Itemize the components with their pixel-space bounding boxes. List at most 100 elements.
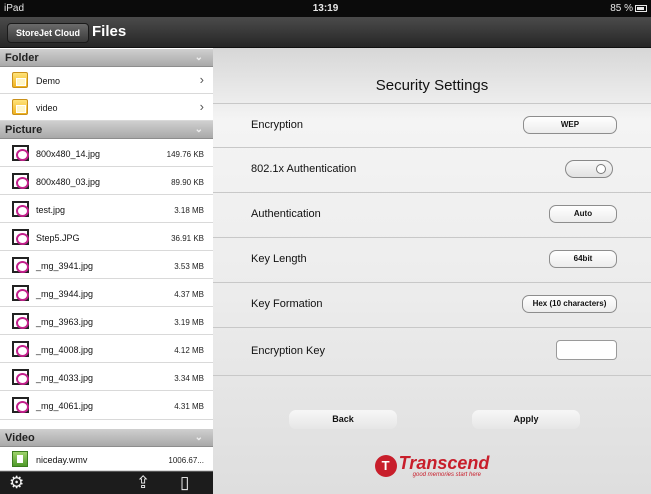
brand-tagline: good memories start here (412, 472, 482, 478)
file-name: niceday.wmv (36, 455, 88, 465)
chevron-right-icon: › (199, 72, 204, 87)
share-icon[interactable]: ⇪ (136, 474, 150, 492)
file-row[interactable]: _mg_3944.jpg 4.37 MB (0, 279, 213, 307)
file-row[interactable]: 800x480_03.jpg 89.90 KB (0, 167, 213, 195)
file-row[interactable]: _mg_4033.jpg 3.34 MB (0, 363, 213, 391)
section-label: Video (5, 432, 35, 444)
key-formation-select[interactable]: Hex (10 characters) (522, 295, 617, 313)
folder-name: video (36, 103, 58, 113)
gear-icon[interactable]: ⚙ (9, 474, 24, 492)
file-size: 3.34 MB (174, 374, 204, 383)
8021x-authentication-toggle[interactable] (565, 160, 613, 178)
file-name: test.jpg (36, 205, 66, 215)
folder-row-video[interactable]: video › (0, 94, 213, 121)
chevron-down-icon: ⌄ (194, 124, 203, 135)
setting-encryption: Encryption WEP (213, 103, 651, 148)
file-name: _mg_4008.jpg (36, 345, 94, 355)
file-size: 3.18 MB (174, 206, 204, 215)
setting-key-length: Key Length 64bit (213, 238, 651, 283)
file-row[interactable]: _mg_4008.jpg 4.12 MB (0, 335, 213, 363)
file-size: 4.37 MB (174, 290, 204, 299)
folder-icon (12, 72, 28, 88)
sidebar-title: Files (92, 23, 127, 40)
status-bar: iPad 13:19 85 % (0, 0, 651, 17)
folder-row-demo[interactable]: Demo › (0, 67, 213, 94)
sidebar-toolbar: ⚙ ⇪ ▯ (0, 471, 213, 494)
file-row[interactable]: _mg_3963.jpg 3.19 MB (0, 307, 213, 335)
apply-button[interactable]: Apply (472, 410, 580, 429)
file-row[interactable]: _mg_4061.jpg 4.31 MB (0, 391, 213, 420)
file-size: 3.19 MB (174, 318, 204, 327)
brand-name: Transcend (398, 453, 490, 473)
file-name: 800x480_14.jpg (36, 149, 101, 159)
section-header-folder[interactable]: Folder ⌄ (0, 49, 213, 67)
file-size: 3.53 MB (174, 262, 204, 271)
section-label: Picture (5, 124, 43, 136)
file-row[interactable]: niceday.wmv 1006.67... (0, 447, 213, 471)
settings-pane: Security Settings Encryption WEP 802.1x … (213, 17, 651, 494)
file-name: _mg_3963.jpg (36, 317, 94, 327)
chevron-right-icon: › (199, 99, 204, 114)
setting-authentication: Authentication Auto (213, 193, 651, 238)
file-size: 149.76 KB (166, 150, 204, 159)
file-row[interactable]: test.jpg 3.18 MB (0, 195, 213, 223)
picture-icon (12, 313, 29, 329)
setting-label: Key Length (251, 253, 307, 265)
battery-percent: 85 % (610, 3, 633, 14)
section-header-picture[interactable]: Picture ⌄ (0, 121, 213, 139)
folder-name: Demo (36, 76, 61, 86)
video-file-icon (12, 451, 28, 467)
picture-icon (12, 397, 29, 413)
storejet-cloud-back-button[interactable]: StoreJet Cloud (7, 23, 90, 43)
file-name: Step5.JPG (36, 233, 80, 243)
section-header-video[interactable]: Video ⌄ (0, 429, 213, 447)
picture-icon (12, 285, 29, 301)
file-sidebar: StoreJet Cloud Files Folder ⌄ Demo › vid… (0, 17, 213, 494)
picture-icon (12, 201, 29, 217)
battery-indicator: 85 % (610, 3, 647, 14)
chevron-down-icon: ⌄ (194, 432, 203, 443)
setting-8021x-authentication: 802.1x Authentication (213, 148, 651, 193)
authentication-select[interactable]: Auto (549, 205, 617, 223)
key-length-select[interactable]: 64bit (549, 250, 617, 268)
main-header (213, 17, 651, 48)
picture-icon (12, 341, 29, 357)
file-size: 4.12 MB (174, 346, 204, 355)
device-icon[interactable]: ▯ (180, 474, 189, 492)
setting-label: Authentication (251, 208, 321, 220)
clock: 13:19 (312, 3, 339, 14)
back-button[interactable]: Back (289, 410, 397, 429)
file-name: _mg_3941.jpg (36, 261, 94, 271)
file-size: 1006.67... (168, 456, 204, 465)
file-name: 800x480_03.jpg (36, 177, 101, 187)
encryption-select[interactable]: WEP (523, 116, 617, 134)
file-row[interactable]: _mg_3941.jpg 3.53 MB (0, 251, 213, 279)
encryption-key-input[interactable] (556, 340, 617, 360)
file-name: _mg_4061.jpg (36, 401, 94, 411)
setting-label: 802.1x Authentication (251, 163, 357, 175)
picture-icon (12, 145, 29, 161)
folder-icon (12, 99, 28, 115)
chevron-down-icon: ⌄ (194, 52, 203, 63)
section-label: Folder (5, 52, 39, 64)
file-name: _mg_4033.jpg (36, 373, 94, 383)
sidebar-header: StoreJet Cloud Files (0, 17, 213, 48)
file-size: 36.91 KB (171, 234, 204, 243)
file-size: 4.31 MB (174, 402, 204, 411)
battery-icon (635, 5, 647, 12)
toggle-knob (596, 164, 606, 174)
picture-icon (12, 229, 29, 245)
file-row[interactable]: 800x480_14.jpg 149.76 KB (0, 139, 213, 167)
setting-label: Key Formation (251, 298, 323, 310)
setting-label: Encryption Key (251, 345, 325, 357)
file-row[interactable]: Step5.JPG 36.91 KB (0, 223, 213, 251)
picture-icon (12, 257, 29, 273)
setting-key-formation: Key Formation Hex (10 characters) (213, 283, 651, 328)
transcend-logo-icon: T (374, 455, 397, 477)
picture-icon (12, 369, 29, 385)
page-title: Security Settings (375, 77, 489, 94)
file-name: _mg_3944.jpg (36, 289, 94, 299)
transcend-logo: T Transcend good memories start here (213, 454, 651, 478)
file-size: 89.90 KB (171, 178, 204, 187)
setting-label: Encryption (251, 119, 303, 131)
